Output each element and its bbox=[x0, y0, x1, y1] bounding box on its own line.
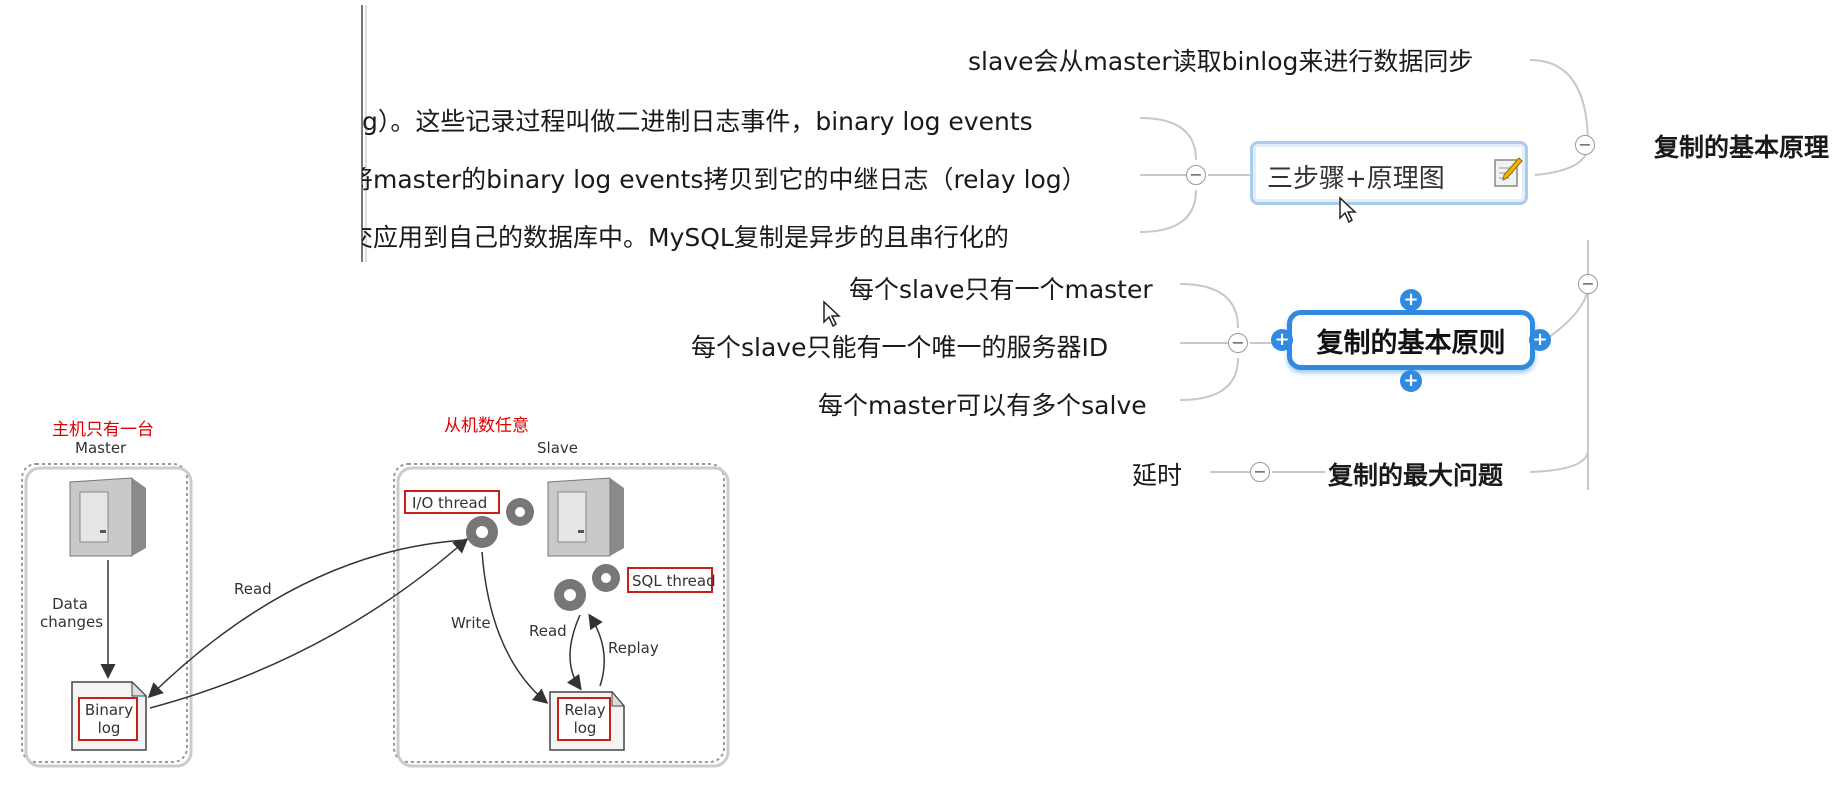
principle-node[interactable]: 复制的基本原则 bbox=[1287, 310, 1535, 370]
collapse-button-steps[interactable]: − bbox=[1186, 165, 1206, 185]
problem-item-1[interactable]: 延时 bbox=[1132, 456, 1182, 492]
mouse-cursor-icon bbox=[823, 300, 841, 328]
connector-principle-1 bbox=[1179, 283, 1239, 329]
binary-log-box: Binary log bbox=[78, 697, 138, 741]
step-item-3[interactable]: 将master的binary log events拷贝到它的中继日志（relay… bbox=[362, 160, 1087, 196]
step-item-4[interactable]: 交应用到自己的数据库中。MySQL复制是异步的且串行化的 bbox=[362, 218, 1009, 254]
principle-item-3[interactable]: 每个master可以有多个salve bbox=[818, 386, 1147, 422]
add-left-button[interactable]: + bbox=[1271, 329, 1293, 351]
data-changes-label: Data changes bbox=[40, 595, 104, 631]
collapse-button-principle[interactable]: − bbox=[1228, 333, 1248, 353]
io-thread-box: I/O thread bbox=[404, 490, 500, 514]
relay-log-label: Relay log bbox=[564, 701, 606, 737]
add-right-button[interactable]: + bbox=[1529, 329, 1551, 351]
mouse-cursor-icon bbox=[1339, 196, 1357, 224]
edit-note-icon[interactable] bbox=[1493, 156, 1523, 188]
steps-node-label: 三步骤+原理图 bbox=[1267, 164, 1445, 194]
connector-root-problem bbox=[1529, 449, 1589, 473]
steps-node[interactable]: 三步骤+原理图 bbox=[1250, 141, 1528, 205]
connector-root-steps-top bbox=[1529, 59, 1589, 146]
add-top-button[interactable]: + bbox=[1400, 289, 1422, 311]
slave-title: Slave bbox=[537, 439, 578, 457]
connector-principle-3 bbox=[1179, 357, 1239, 401]
collapse-button-root-steps[interactable]: − bbox=[1575, 135, 1595, 155]
step-item-2[interactable]: g）。这些记录过程叫做二进制日志事件，binary log events bbox=[362, 102, 1033, 138]
master-title: Master bbox=[75, 439, 127, 457]
server-icon bbox=[547, 477, 624, 557]
read-label-master: Read bbox=[234, 580, 272, 598]
principle-node-label: 复制的基本原则 bbox=[1316, 327, 1506, 359]
add-bottom-button[interactable]: + bbox=[1400, 370, 1422, 392]
replication-diagram bbox=[21, 450, 740, 770]
principle-item-2[interactable]: 每个slave只能有一个唯一的服务器ID bbox=[691, 328, 1108, 364]
problem-node-label[interactable]: 复制的最大问题 bbox=[1328, 456, 1503, 492]
binary-log-label: Binary log bbox=[84, 701, 134, 737]
relay-log-box: Relay log bbox=[557, 697, 611, 741]
write-label: Write bbox=[451, 614, 491, 632]
io-thread-label: I/O thread bbox=[412, 494, 488, 512]
read-label-slave: Read bbox=[529, 622, 567, 640]
collapse-button-root-principle[interactable]: − bbox=[1578, 274, 1598, 294]
sql-thread-label: SQL thread bbox=[632, 572, 716, 590]
connector-root-principle bbox=[1544, 284, 1589, 341]
collapse-button-problem[interactable]: − bbox=[1250, 462, 1270, 482]
replay-label: Replay bbox=[608, 639, 659, 657]
server-icon bbox=[69, 477, 146, 557]
root-node-label[interactable]: 复制的基本原理 bbox=[1654, 128, 1829, 164]
sql-thread-box: SQL thread bbox=[627, 567, 716, 593]
steps-text-image: g）。这些记录过程叫做二进制日志事件，binary log events 将ma… bbox=[362, 0, 1162, 262]
principle-item-1[interactable]: 每个slave只有一个master bbox=[849, 270, 1153, 306]
